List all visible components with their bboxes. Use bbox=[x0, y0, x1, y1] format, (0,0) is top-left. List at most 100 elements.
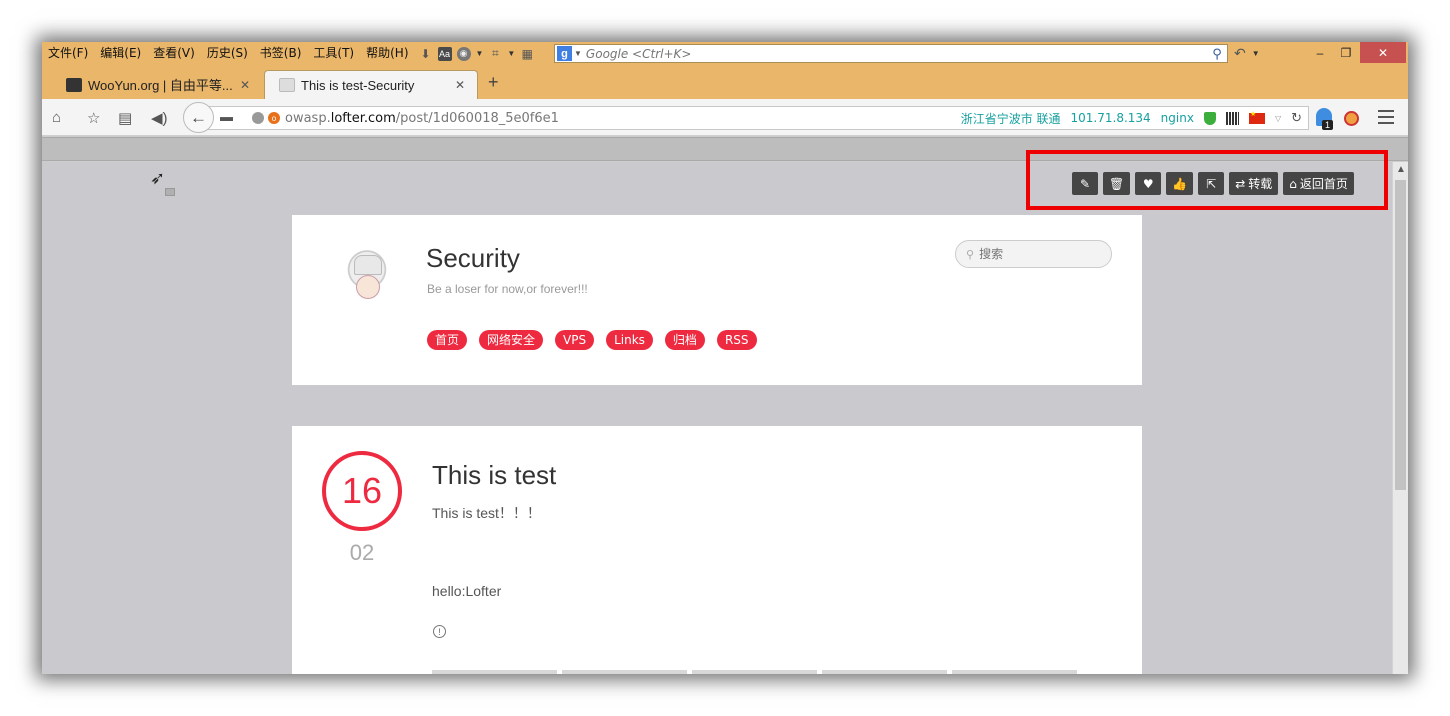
blog-subtitle: Be a loser for now,or forever!!! bbox=[427, 282, 588, 296]
thumbnail[interactable] bbox=[952, 670, 1077, 674]
web-search-box[interactable]: g ▼ ⚲ bbox=[554, 44, 1228, 63]
chevron-down-icon[interactable]: ▼ bbox=[507, 49, 515, 58]
minimize-button[interactable]: – bbox=[1308, 42, 1332, 63]
close-icon[interactable]: ✕ bbox=[238, 78, 252, 92]
chevron-down-icon[interactable]: ▼ bbox=[476, 49, 484, 58]
nav-tag-vps[interactable]: VPS bbox=[555, 330, 595, 350]
qrcode-icon[interactable]: ▦ bbox=[520, 47, 534, 61]
avatar[interactable] bbox=[332, 245, 402, 315]
menu-icon[interactable] bbox=[1378, 110, 1394, 128]
menu-help[interactable]: 帮助(H) bbox=[360, 42, 414, 65]
crop-icon[interactable]: ⌗ bbox=[488, 46, 502, 61]
thumbs-up-icon: 👍 bbox=[1172, 176, 1188, 191]
server-name: nginx bbox=[1160, 111, 1194, 125]
blog-title[interactable]: Security bbox=[426, 243, 520, 274]
ip-address: 101.71.8.134 bbox=[1070, 111, 1151, 125]
search-icon: ⚲ bbox=[966, 248, 975, 261]
nav-tag-rss[interactable]: RSS bbox=[716, 330, 757, 350]
search-icon[interactable]: ⚲ bbox=[1207, 46, 1227, 62]
menu-bookmarks[interactable]: 书签(B) bbox=[254, 42, 308, 65]
menu-edit[interactable]: 编辑(E) bbox=[94, 42, 147, 65]
web-search-input[interactable] bbox=[585, 46, 1207, 61]
qrcode-icon[interactable] bbox=[1225, 111, 1239, 125]
menu-history[interactable]: 历史(S) bbox=[201, 42, 254, 65]
thumbnail[interactable] bbox=[692, 670, 817, 674]
site-identity-icon[interactable] bbox=[252, 112, 264, 124]
reader-icon[interactable]: ▤ bbox=[118, 109, 132, 127]
tab-wooyun[interactable]: WooYun.org | 自由平等... ✕ bbox=[52, 70, 262, 99]
toolbar-icons: ⬇ Aa ◉ ▼ ⌗ ▼ ▦ bbox=[419, 46, 535, 61]
menu-tools[interactable]: 工具(T) bbox=[307, 42, 360, 65]
nav-tag-home[interactable]: 首页 bbox=[427, 330, 468, 350]
star-icon[interactable]: ☆ bbox=[87, 109, 100, 127]
favicon-icon bbox=[66, 77, 82, 92]
site-favicon-icon: o bbox=[268, 112, 280, 124]
delete-button[interactable]: 🗑 bbox=[1103, 172, 1131, 195]
reload-icon[interactable]: ↻ bbox=[1291, 111, 1302, 126]
mouse-cursor-icon: ➶ bbox=[150, 168, 166, 188]
favicon-icon bbox=[279, 78, 295, 92]
undo-icon[interactable]: ↶ bbox=[1234, 45, 1246, 62]
nav-bar: ⌂ ☆ ▤ ◀) o owasp.lofter.com/post/1d06001… bbox=[42, 99, 1408, 136]
security-shield-icon[interactable] bbox=[1203, 111, 1216, 125]
chevron-down-icon[interactable]: ▼ bbox=[1252, 49, 1260, 58]
favorite-button[interactable]: ♥ bbox=[1135, 172, 1162, 195]
new-tab-button[interactable]: + bbox=[488, 72, 499, 93]
chevron-down-icon[interactable]: ▽ bbox=[1275, 114, 1281, 123]
menu-view[interactable]: 查看(V) bbox=[147, 42, 201, 65]
tab-title: WooYun.org | 自由平等... bbox=[88, 78, 233, 93]
nav-tag-archive[interactable]: 归档 bbox=[664, 330, 705, 350]
post-action-bar: ✎ 🗑 ♥ 👍 ⇱ ⇄ 转载 ⌂ 返回首页 bbox=[1072, 172, 1354, 195]
menu-bar: 文件(F) 编辑(E) 查看(V) 历史(S) 书签(B) 工具(T) 帮助(H… bbox=[42, 42, 1408, 65]
nav-tag-netsec[interactable]: 网络安全 bbox=[479, 330, 544, 350]
back-button[interactable]: ← bbox=[183, 102, 214, 133]
blog-search[interactable]: ⚲ bbox=[955, 240, 1112, 268]
thumbnail[interactable] bbox=[822, 670, 947, 674]
menu-file[interactable]: 文件(F) bbox=[42, 42, 94, 65]
home-icon[interactable]: ⌂ bbox=[52, 109, 61, 126]
close-icon[interactable]: ✕ bbox=[453, 78, 467, 92]
browser-window: 文件(F) 编辑(E) 查看(V) 历史(S) 书签(B) 工具(T) 帮助(H… bbox=[42, 42, 1408, 674]
blog-nav-tags: 首页 网络安全 VPS Links 归档 RSS bbox=[427, 330, 757, 350]
history-list-icon[interactable]: ▬ bbox=[220, 109, 233, 124]
thumbnail[interactable] bbox=[432, 670, 557, 674]
share-button[interactable]: ⇱ bbox=[1198, 172, 1225, 195]
home-button[interactable]: ⌂ 返回首页 bbox=[1283, 172, 1354, 195]
heart-icon: ♥ bbox=[1142, 176, 1154, 191]
scroll-thumb[interactable] bbox=[1395, 180, 1406, 490]
chevron-down-icon[interactable]: ▼ bbox=[574, 49, 582, 58]
ip-location: 浙江省宁波市 联通 bbox=[960, 111, 1061, 126]
undo-group: ↶ ▼ bbox=[1234, 42, 1260, 65]
dictionary-icon[interactable]: Aa bbox=[437, 46, 452, 61]
chevron-up-icon[interactable]: ▲ bbox=[1396, 164, 1406, 175]
edit-button[interactable]: ✎ bbox=[1072, 172, 1098, 195]
page-content: ➶ ✎ 🗑 ♥ 👍 ⇱ ⇄ 转载 ⌂ 返回首页 Security Be a lose… bbox=[42, 150, 1392, 674]
close-window-button[interactable]: ✕ bbox=[1360, 42, 1406, 63]
url-bar[interactable]: o owasp.lofter.com/post/1d060018_5e0f6e1… bbox=[207, 106, 1309, 130]
blog-search-input[interactable] bbox=[979, 247, 1090, 261]
post-title[interactable]: This is test bbox=[432, 460, 556, 491]
post-day: 16 bbox=[322, 451, 402, 531]
repost-icon: ⇄ bbox=[1235, 176, 1246, 191]
tab-security[interactable]: This is test-Security ✕ bbox=[264, 70, 478, 99]
tab-title: This is test-Security bbox=[301, 77, 415, 93]
info-icon[interactable]: ! bbox=[433, 625, 446, 638]
site-info: 浙江省宁波市 联通 101.71.8.134 nginx ▽ ↻ bbox=[961, 110, 1302, 127]
globe-icon[interactable]: ◉ bbox=[456, 46, 471, 61]
block-extension-icon[interactable] bbox=[1344, 111, 1359, 126]
speaker-icon[interactable]: ◀) bbox=[151, 109, 168, 127]
download-icon[interactable]: ⬇ bbox=[419, 47, 433, 61]
maximize-button[interactable]: ❐ bbox=[1334, 42, 1358, 63]
arrow-left-icon: ← bbox=[190, 107, 207, 127]
scrollbar[interactable]: ▲ bbox=[1392, 162, 1408, 674]
url-text[interactable]: owasp.lofter.com/post/1d060018_5e0f6e1 bbox=[285, 111, 961, 126]
flag-icon[interactable] bbox=[1248, 110, 1265, 124]
repost-label: 转载 bbox=[1248, 177, 1273, 191]
thumbnail[interactable] bbox=[562, 670, 687, 674]
post-card: 16 02 This is test This is test！！！ hello… bbox=[292, 426, 1142, 674]
repost-button[interactable]: ⇄ 转载 bbox=[1229, 172, 1279, 195]
google-icon[interactable]: g bbox=[557, 46, 572, 61]
like-button[interactable]: 👍 bbox=[1166, 172, 1194, 195]
post-body: hello:Lofter bbox=[432, 583, 502, 599]
nav-tag-links[interactable]: Links bbox=[606, 330, 653, 350]
